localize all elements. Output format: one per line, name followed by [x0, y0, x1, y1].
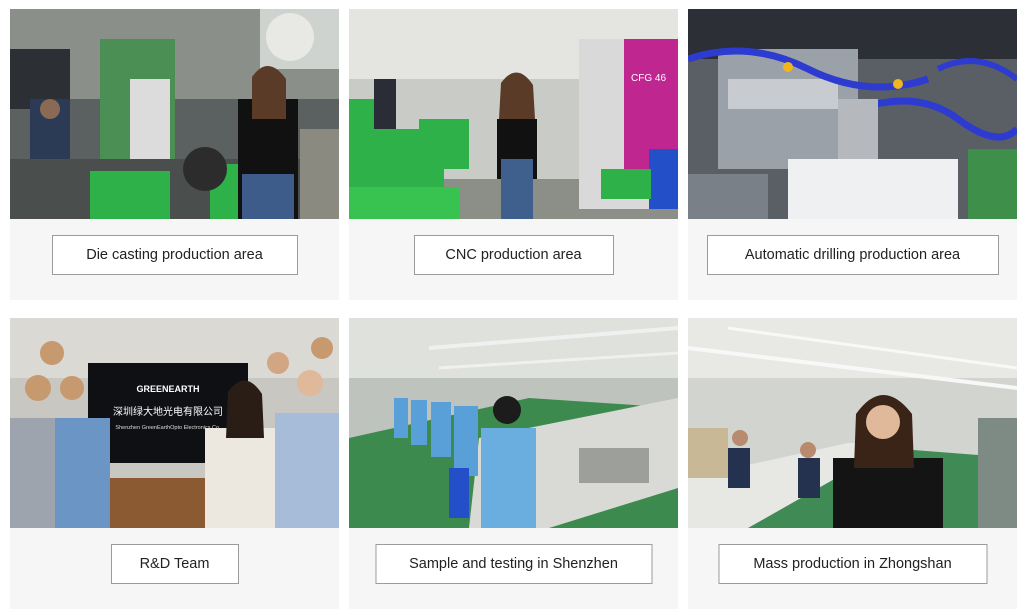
mass-production-line-photo [688, 318, 1017, 528]
production-gallery: Die casting production area CFG 46 CNC p… [0, 0, 1024, 609]
gallery-card-rd-team[interactable]: GREENEARTH 深圳绿大地光电有限公司 Shenzhen GreenEar… [10, 318, 339, 609]
rd-team-photo: GREENEARTH 深圳绿大地光电有限公司 Shenzhen GreenEar… [10, 318, 339, 528]
cnc-label: CNC production area [413, 235, 614, 275]
gallery-card-sample-testing[interactable]: Sample and testing in Shenzhen [349, 318, 678, 609]
cnc-workshop-photo: CFG 46 [349, 9, 678, 219]
gallery-card-mass-production[interactable]: Mass production in Zhongshan [688, 318, 1017, 609]
mass-production-label: Mass production in Zhongshan [718, 544, 987, 584]
gallery-card-die-casting[interactable]: Die casting production area [10, 9, 339, 300]
cnc-machine-model-text: CFG 46 [631, 73, 666, 84]
die-casting-label: Die casting production area [51, 235, 298, 275]
sample-testing-line-photo [349, 318, 678, 528]
die-casting-workshop-photo [10, 9, 339, 219]
rd-sign-brand-text: GREENEARTH [136, 384, 199, 394]
automatic-drilling-label: Automatic drilling production area [706, 235, 999, 275]
gallery-card-automatic-drilling[interactable]: Automatic drilling production area [688, 9, 1017, 300]
sample-testing-label: Sample and testing in Shenzhen [375, 544, 652, 584]
gallery-card-cnc[interactable]: CFG 46 CNC production area [349, 9, 678, 300]
rd-team-label: R&D Team [110, 544, 239, 584]
rd-sign-company-cn-text: 深圳绿大地光电有限公司 [113, 405, 223, 418]
automatic-drilling-machine-photo [688, 9, 1017, 219]
